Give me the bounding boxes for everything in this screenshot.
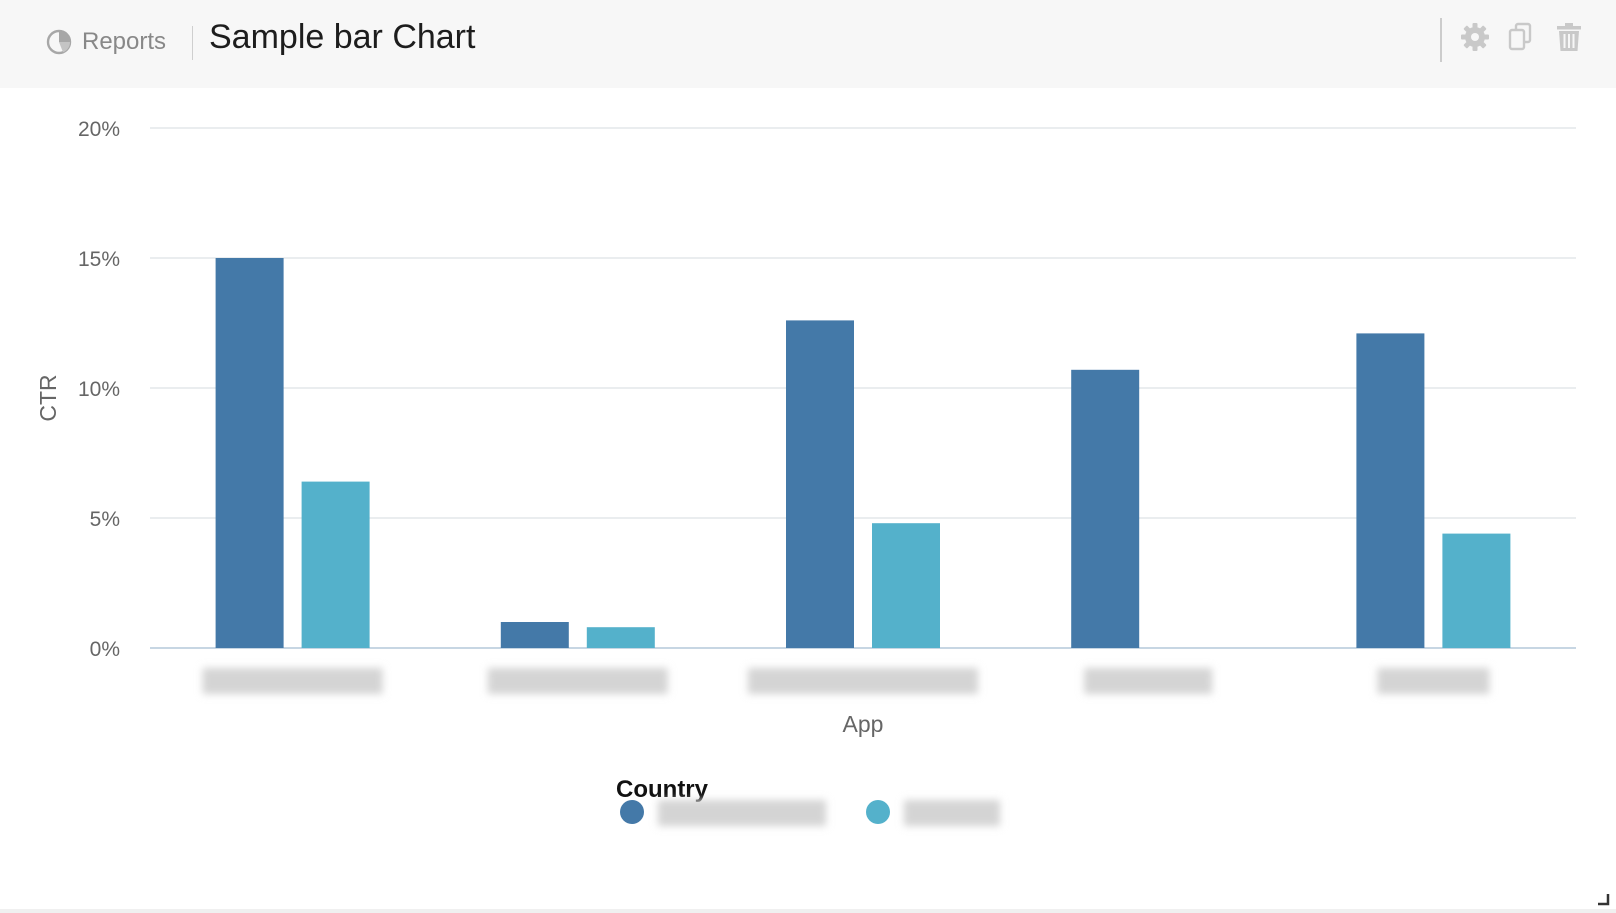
gear-icon bbox=[1461, 23, 1489, 51]
legend: Country bbox=[616, 776, 1000, 826]
y-tick-label: 10% bbox=[78, 378, 120, 401]
legend-label-obscured[interactable] bbox=[658, 800, 826, 826]
toolbar-divider bbox=[1440, 18, 1442, 62]
breadcrumb[interactable]: Reports bbox=[46, 24, 166, 60]
legend-marker[interactable] bbox=[866, 800, 890, 824]
page-title: Sample bar Chart bbox=[209, 18, 476, 56]
resize-corner-icon bbox=[1598, 894, 1610, 906]
bar[interactable] bbox=[1071, 369, 1140, 648]
panel-bottom-border bbox=[0, 909, 1616, 913]
bar[interactable] bbox=[1442, 533, 1511, 648]
bar-chart: 0% 5% 10% 15% 20% CTR App Country bbox=[35, 118, 1576, 826]
x-tick-label-obscured bbox=[202, 668, 383, 694]
chart-header: Reports Sample bar Chart bbox=[0, 0, 1616, 88]
x-tick-label-obscured bbox=[1377, 668, 1490, 694]
legend-label-obscured[interactable] bbox=[904, 800, 1000, 826]
x-axis-label: App bbox=[843, 711, 884, 737]
bar[interactable] bbox=[786, 320, 854, 648]
y-tick-label: 5% bbox=[90, 508, 120, 531]
y-axis-label: CTR bbox=[35, 374, 61, 421]
x-tick-label-obscured bbox=[748, 668, 978, 694]
bar[interactable] bbox=[500, 622, 569, 648]
bar[interactable] bbox=[586, 627, 655, 648]
breadcrumb-divider bbox=[192, 26, 193, 60]
duplicate-button[interactable] bbox=[1504, 20, 1538, 54]
y-tick-label: 20% bbox=[78, 118, 120, 141]
copy-icon bbox=[1508, 22, 1532, 51]
trash-icon bbox=[1557, 23, 1581, 51]
legend-marker[interactable] bbox=[620, 800, 644, 824]
breadcrumb-label[interactable]: Reports bbox=[82, 28, 166, 56]
settings-button[interactable] bbox=[1458, 20, 1492, 54]
delete-button[interactable] bbox=[1552, 20, 1586, 54]
resize-handle[interactable] bbox=[1596, 892, 1610, 906]
bar[interactable] bbox=[215, 258, 284, 648]
bar[interactable] bbox=[301, 481, 370, 648]
y-tick-label: 0% bbox=[90, 638, 120, 661]
pie-chart-icon bbox=[46, 29, 72, 55]
x-tick-label-obscured bbox=[1084, 668, 1213, 694]
bar[interactable] bbox=[1356, 333, 1425, 648]
x-tick-label-obscured bbox=[487, 668, 668, 694]
legend-title: Country bbox=[616, 776, 709, 803]
y-tick-label: 15% bbox=[78, 248, 120, 271]
bar[interactable] bbox=[872, 523, 940, 648]
